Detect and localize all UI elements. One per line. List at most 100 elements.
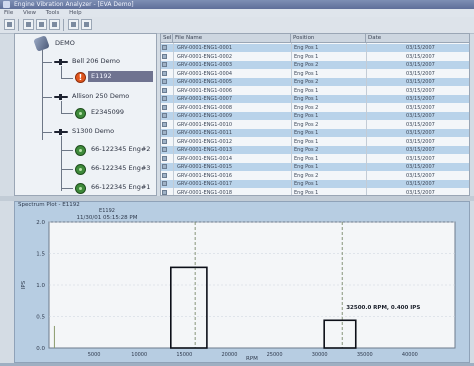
print-icon[interactable] <box>36 19 47 30</box>
row-select-box[interactable] <box>162 87 167 93</box>
table-row[interactable]: GRV-0001-ENG1-0012 Eng Pos 1 03/15/2007 <box>161 137 469 146</box>
table-cell: GRV-0001-ENG1-0017 <box>177 181 233 187</box>
column-divider <box>173 43 174 195</box>
row-select-box[interactable] <box>162 53 167 59</box>
chart-subtitle-top: E1192 <box>99 208 115 214</box>
table-cell: GRV-0001-ENG1-0009 <box>177 113 233 119</box>
tree-connector <box>42 97 52 98</box>
column-divider <box>291 43 292 195</box>
tree-item-eng2[interactable]: 66-122345 Eng#2 <box>91 145 150 154</box>
table-cell: GRV-0001-ENG1-0011 <box>177 130 233 136</box>
table-row[interactable]: GRV-0001-ENG1-0015 Eng Pos 1 03/15/2007 <box>161 163 469 171</box>
menu-view[interactable]: View <box>23 10 36 16</box>
tree-connector <box>42 50 43 140</box>
table-cell: 03/15/2007 <box>406 138 435 145</box>
table-row[interactable]: GRV-0001-ENG1-0018 Eng Pos 1 03/15/2007 <box>161 188 469 195</box>
table-row[interactable]: GRV-0001-ENG1-0010 Eng Pos 2 03/15/2007 <box>161 120 469 129</box>
toolbar-separator <box>63 19 64 31</box>
row-select-box[interactable] <box>162 155 167 161</box>
tree-connector <box>61 78 73 79</box>
tree-item-eng1[interactable]: 66-122345 Eng#1 <box>91 183 150 192</box>
peak-annotation: 32500.0 RPM, 0.400 IPS <box>346 305 420 311</box>
row-select-box[interactable] <box>162 45 167 50</box>
tree-connector <box>61 113 73 114</box>
column-header-position[interactable]: Position <box>291 34 366 43</box>
row-select-box[interactable] <box>162 121 167 127</box>
table-row[interactable]: GRV-0001-ENG1-0006 Eng Pos 1 03/15/2007 <box>161 86 469 95</box>
save-icon[interactable] <box>23 19 34 30</box>
toolbar-separator <box>18 19 19 31</box>
tree-item-bell-206[interactable]: Bell 206 Demo <box>72 57 120 66</box>
tree-item-allison-250[interactable]: Allison 250 Demo <box>72 92 129 101</box>
table-row[interactable]: GRV-0001-ENG1-0004 Eng Pos 1 03/15/2007 <box>161 69 469 78</box>
column-divider <box>366 43 367 195</box>
x-tick-label: 10000 <box>131 352 147 358</box>
tree-item-e1192[interactable]: E1192 <box>91 72 112 81</box>
table-row[interactable]: GRV-0001-ENG1-0014 Eng Pos 1 03/15/2007 <box>161 154 469 163</box>
row-select-box[interactable] <box>162 79 167 84</box>
column-header-sel[interactable]: Sel <box>161 34 173 43</box>
table-row[interactable]: GRV-0001-ENG1-0013 Eng Pos 2 03/15/2007 <box>161 146 469 154</box>
row-select-box[interactable] <box>162 172 167 178</box>
column-header-file[interactable]: File Name <box>173 34 291 43</box>
row-select-box[interactable] <box>162 113 167 118</box>
zoom-icon[interactable] <box>68 19 79 30</box>
table-row[interactable]: GRV-0001-ENG1-0001 Eng Pos 1 03/15/2007 <box>161 44 469 52</box>
table-cell: Eng Pos 1 <box>294 45 319 51</box>
table-cell: GRV-0001-ENG1-0007 <box>177 96 233 102</box>
table-row[interactable]: GRV-0001-ENG1-0017 Eng Pos 1 03/15/2007 <box>161 180 469 188</box>
table-cell: Eng Pos 2 <box>294 104 319 111</box>
table-row[interactable]: GRV-0001-ENG1-0011 Eng Pos 1 03/15/2007 <box>161 129 469 137</box>
y-axis-label: IPS <box>21 280 27 289</box>
table-cell: GRV-0001-ENG1-0016 <box>177 172 233 179</box>
tree-item-eng3[interactable]: 66-122345 Eng#3 <box>91 164 150 173</box>
table-row[interactable]: GRV-0001-ENG1-0007 Eng Pos 1 03/15/2007 <box>161 95 469 103</box>
row-select-box[interactable] <box>162 164 167 169</box>
row-select-box[interactable] <box>162 62 167 67</box>
row-select-box[interactable] <box>162 96 167 101</box>
row-select-box[interactable] <box>162 104 167 110</box>
menu-tools[interactable]: Tools <box>46 10 60 16</box>
x-tick-label: 20000 <box>221 352 237 358</box>
table-cell: 03/15/2007 <box>406 53 435 60</box>
table-row[interactable]: GRV-0001-ENG1-0016 Eng Pos 2 03/15/2007 <box>161 171 469 180</box>
table-cell: Eng Pos 1 <box>294 164 319 170</box>
table-cell: 03/15/2007 <box>406 79 435 85</box>
tree-item-e2345099[interactable]: E2345099 <box>91 108 124 117</box>
menu-bar: File View Tools Help <box>0 9 474 17</box>
table-cell: GRV-0001-ENG1-0010 <box>177 121 233 128</box>
table-cell: 03/15/2007 <box>406 62 435 68</box>
table-row[interactable]: GRV-0001-ENG1-0003 Eng Pos 2 03/15/2007 <box>161 61 469 69</box>
table-row[interactable]: GRV-0001-ENG1-0009 Eng Pos 1 03/15/2007 <box>161 112 469 120</box>
engine-icon <box>75 108 86 119</box>
aircraft-icon <box>54 129 68 135</box>
table-cell: 03/15/2007 <box>406 164 435 170</box>
engine-icon <box>75 164 86 175</box>
tree-root-label[interactable]: DEMO <box>55 39 75 48</box>
table-row[interactable]: GRV-0001-ENG1-0008 Eng Pos 2 03/15/2007 <box>161 103 469 112</box>
table-cell: Eng Pos 1 <box>294 138 319 145</box>
app-icon <box>3 1 10 8</box>
help-icon[interactable] <box>81 19 92 30</box>
open-icon[interactable] <box>4 19 15 30</box>
menu-help[interactable]: Help <box>69 10 82 16</box>
table-cell: GRV-0001-ENG1-0003 <box>177 62 233 68</box>
column-header-date[interactable]: Date <box>366 34 469 43</box>
table-row[interactable]: GRV-0001-ENG1-0002 Eng Pos 1 03/15/2007 <box>161 52 469 61</box>
copy-icon[interactable] <box>49 19 60 30</box>
tree-item-s1300[interactable]: S1300 Demo <box>72 127 114 136</box>
row-select-box[interactable] <box>162 181 167 186</box>
menu-file[interactable]: File <box>4 10 13 16</box>
row-select-box[interactable] <box>162 147 167 152</box>
table-cell: 03/15/2007 <box>406 147 435 153</box>
row-select-box[interactable] <box>162 70 167 76</box>
table-cell: 03/15/2007 <box>406 121 435 128</box>
row-select-box[interactable] <box>162 189 167 195</box>
engine-icon <box>75 145 86 156</box>
spectrum-chart[interactable]: 0.0 0.5 1.0 1.5 2.0 5000 10000 15000 20000 25000 3… <box>15 202 469 362</box>
y-tick-label: 2.0 <box>36 220 45 226</box>
table-row[interactable]: GRV-0001-ENG1-0005 Eng Pos 2 03/15/2007 <box>161 78 469 86</box>
table-cell: 03/15/2007 <box>406 104 435 111</box>
row-select-box[interactable] <box>162 130 167 135</box>
row-select-box[interactable] <box>162 138 167 144</box>
